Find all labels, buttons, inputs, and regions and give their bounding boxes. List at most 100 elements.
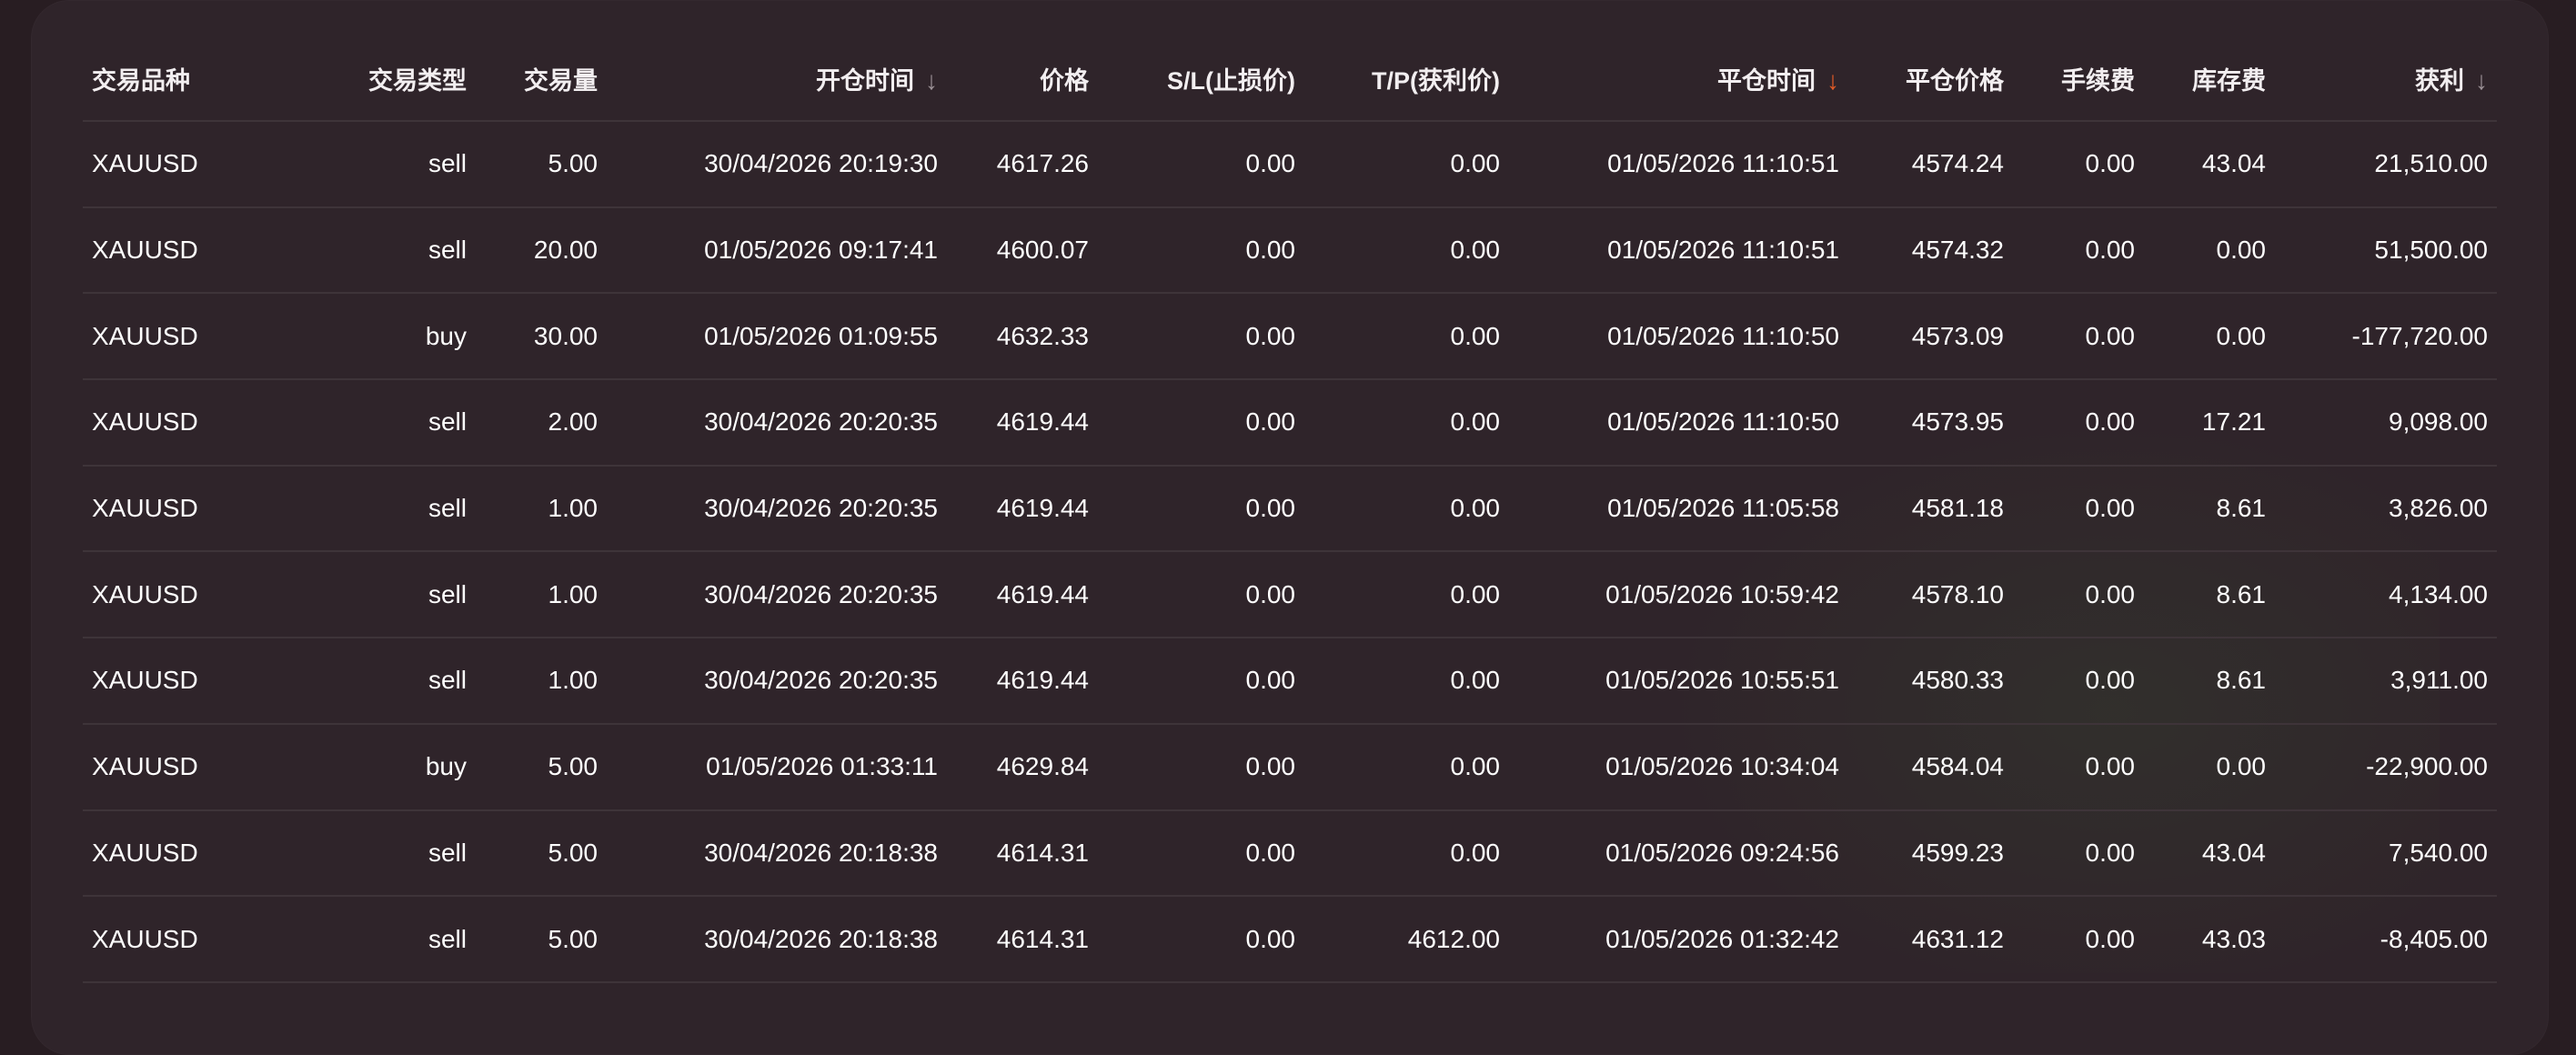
cell-open-time: 30/04/2026 20:20:35 bbox=[607, 465, 947, 553]
cell-commission: 0.00 bbox=[2013, 896, 2144, 983]
cell-open-time: 30/04/2026 20:20:35 bbox=[607, 638, 947, 725]
table-row[interactable]: XAUUSD sell 5.00 30/04/2026 20:19:30 4617.26… bbox=[83, 121, 2497, 208]
table-row[interactable]: XAUUSD sell 1.00 30/04/2026 20:20:35 4619.44… bbox=[83, 551, 2497, 639]
column-header-swap: 库存费 bbox=[2144, 36, 2275, 122]
column-header-label: S/L(止损价) bbox=[1167, 66, 1295, 95]
cell-trade-type: sell bbox=[345, 551, 476, 639]
cell-trade-type: sell bbox=[345, 809, 476, 898]
arrow-down-icon[interactable]: ↓ bbox=[925, 66, 938, 95]
cell-swap: 8.61 bbox=[2144, 638, 2275, 725]
column-header-label: 价格 bbox=[1040, 66, 1089, 95]
cell-price: 4614.31 bbox=[947, 896, 1098, 983]
cell-take-profit: 0.00 bbox=[1304, 809, 1509, 898]
cell-close-price: 4574.32 bbox=[1848, 206, 2013, 295]
cell-profit: 7,540.00 bbox=[2275, 809, 2497, 898]
cell-close-time: 01/05/2026 10:59:42 bbox=[1509, 551, 1848, 639]
column-header-open-time[interactable]: 开仓时间 ↓ bbox=[607, 36, 947, 122]
cell-price: 4619.44 bbox=[947, 638, 1098, 725]
cell-open-time: 30/04/2026 20:18:38 bbox=[607, 809, 947, 898]
cell-trade-type: sell bbox=[345, 896, 476, 983]
cell-symbol: XAUUSD bbox=[83, 293, 345, 381]
table-row[interactable]: XAUUSD sell 5.00 30/04/2026 20:18:38 4614.31… bbox=[83, 809, 2497, 898]
cell-swap: 8.61 bbox=[2144, 465, 2275, 553]
cell-stop-loss: 0.00 bbox=[1098, 379, 1304, 467]
cell-price: 4632.33 bbox=[947, 293, 1098, 381]
cell-volume: 5.00 bbox=[476, 896, 607, 983]
table-row[interactable]: XAUUSD buy 5.00 01/05/2026 01:33:11 4629.84 0… bbox=[83, 723, 2497, 811]
column-header-symbol: 交易品种 bbox=[83, 36, 345, 122]
cell-open-time: 30/04/2026 20:20:35 bbox=[607, 551, 947, 639]
column-header-label: 手续费 bbox=[2061, 66, 2135, 95]
column-header-label: 库存费 bbox=[2192, 66, 2266, 95]
cell-close-time: 01/05/2026 11:10:50 bbox=[1509, 379, 1848, 467]
column-header-close-time[interactable]: 平仓时间 ↓ bbox=[1509, 36, 1848, 122]
cell-swap: 0.00 bbox=[2144, 723, 2275, 811]
cell-symbol: XAUUSD bbox=[83, 121, 345, 208]
cell-swap: 43.03 bbox=[2144, 896, 2275, 983]
table-row[interactable]: XAUUSD buy 30.00 01/05/2026 01:09:55 4632.33… bbox=[83, 293, 2497, 381]
cell-stop-loss: 0.00 bbox=[1098, 206, 1304, 295]
cell-stop-loss: 0.00 bbox=[1098, 465, 1304, 553]
cell-open-time: 01/05/2026 01:33:11 bbox=[607, 723, 947, 811]
cell-close-price: 4573.09 bbox=[1848, 293, 2013, 381]
cell-profit: 21,510.00 bbox=[2275, 121, 2497, 208]
column-header-trade-type: 交易类型 bbox=[345, 36, 476, 122]
cell-stop-loss: 0.00 bbox=[1098, 293, 1304, 381]
table-row[interactable]: XAUUSD sell 2.00 30/04/2026 20:20:35 4619.44… bbox=[83, 379, 2497, 467]
arrow-down-icon[interactable]: ↓ bbox=[2475, 66, 2488, 95]
cell-swap: 17.21 bbox=[2144, 379, 2275, 467]
column-header-stop-loss: S/L(止损价) bbox=[1098, 36, 1304, 122]
table-row[interactable]: XAUUSD sell 1.00 30/04/2026 20:20:35 4619.44… bbox=[83, 465, 2497, 553]
column-header-profit[interactable]: 获利 ↓ bbox=[2275, 36, 2497, 122]
cell-stop-loss: 0.00 bbox=[1098, 551, 1304, 639]
cell-volume: 20.00 bbox=[476, 206, 607, 295]
cell-close-time: 01/05/2026 10:55:51 bbox=[1509, 638, 1848, 725]
cell-swap: 43.04 bbox=[2144, 809, 2275, 898]
column-header-volume: 交易量 bbox=[476, 36, 607, 122]
cell-open-time: 30/04/2026 20:19:30 bbox=[607, 121, 947, 208]
cell-symbol: XAUUSD bbox=[83, 379, 345, 467]
cell-profit: 3,911.00 bbox=[2275, 638, 2497, 725]
cell-stop-loss: 0.00 bbox=[1098, 638, 1304, 725]
column-header-price: 价格 bbox=[947, 36, 1098, 122]
column-header-label: 平仓价格 bbox=[1906, 66, 2004, 95]
table-body: XAUUSD sell 5.00 30/04/2026 20:19:30 4617.26… bbox=[83, 121, 2497, 983]
cell-volume: 5.00 bbox=[476, 809, 607, 898]
cell-open-time: 01/05/2026 01:09:55 bbox=[607, 293, 947, 381]
column-header-close-price: 平仓价格 bbox=[1848, 36, 2013, 122]
table-row[interactable]: XAUUSD sell 1.00 30/04/2026 20:20:35 4619.44… bbox=[83, 638, 2497, 725]
cell-commission: 0.00 bbox=[2013, 465, 2144, 553]
cell-close-time: 01/05/2026 11:05:58 bbox=[1509, 465, 1848, 553]
cell-trade-type: buy bbox=[345, 293, 476, 381]
cell-profit: 9,098.00 bbox=[2275, 379, 2497, 467]
cell-volume: 1.00 bbox=[476, 465, 607, 553]
cell-stop-loss: 0.00 bbox=[1098, 121, 1304, 208]
cell-commission: 0.00 bbox=[2013, 809, 2144, 898]
table-row[interactable]: XAUUSD sell 20.00 01/05/2026 09:17:41 4600.0… bbox=[83, 206, 2497, 295]
cell-price: 4619.44 bbox=[947, 551, 1098, 639]
cell-take-profit: 0.00 bbox=[1304, 206, 1509, 295]
cell-price: 4600.07 bbox=[947, 206, 1098, 295]
table-row[interactable]: XAUUSD sell 5.00 30/04/2026 20:18:38 4614.31… bbox=[83, 896, 2497, 983]
cell-symbol: XAUUSD bbox=[83, 206, 345, 295]
cell-price: 4617.26 bbox=[947, 121, 1098, 208]
cell-close-price: 4580.33 bbox=[1848, 638, 2013, 725]
trade-history-table: 交易品种 交易类型 交易量 开仓时间 ↓ 价格 S/L(止损价) T/P(获利价) 平仓时间 ↓ 平… bbox=[83, 36, 2497, 983]
cell-take-profit: 0.00 bbox=[1304, 379, 1509, 467]
cell-symbol: XAUUSD bbox=[83, 638, 345, 725]
column-header-label: T/P(获利价) bbox=[1372, 66, 1500, 95]
cell-close-time: 01/05/2026 11:10:51 bbox=[1509, 206, 1848, 295]
cell-take-profit: 0.00 bbox=[1304, 723, 1509, 811]
cell-symbol: XAUUSD bbox=[83, 723, 345, 811]
arrow-down-active-icon[interactable]: ↓ bbox=[1826, 66, 1839, 95]
cell-close-price: 4631.12 bbox=[1848, 896, 2013, 983]
cell-swap: 43.04 bbox=[2144, 121, 2275, 208]
cell-swap: 8.61 bbox=[2144, 551, 2275, 639]
cell-trade-type: sell bbox=[345, 206, 476, 295]
cell-swap: 0.00 bbox=[2144, 206, 2275, 295]
cell-price: 4619.44 bbox=[947, 379, 1098, 467]
cell-volume: 30.00 bbox=[476, 293, 607, 381]
cell-stop-loss: 0.00 bbox=[1098, 809, 1304, 898]
cell-take-profit: 0.00 bbox=[1304, 551, 1509, 639]
column-header-label: 交易量 bbox=[524, 66, 598, 95]
